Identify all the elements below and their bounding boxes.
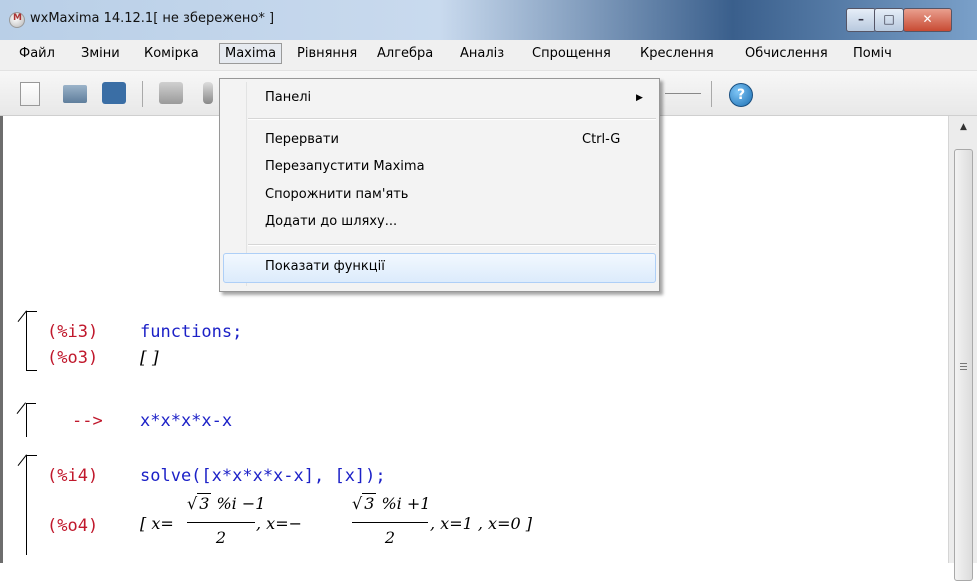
menu-item-interrupt[interactable]: Перервати bbox=[265, 132, 339, 147]
title-bar[interactable]: wxMaxima 14.12.1[ не збережено* ] – □ ✕ bbox=[0, 0, 977, 40]
close-icon: ✕ bbox=[922, 12, 933, 26]
menu-edit[interactable]: Зміни bbox=[81, 46, 120, 61]
toolbar-separator bbox=[711, 81, 712, 107]
menu-item-show-functions[interactable]: Показати функції bbox=[265, 259, 385, 274]
menu-maxima[interactable]: Maxima bbox=[219, 43, 283, 64]
fraction-bar bbox=[187, 522, 255, 523]
output-open: [ x= bbox=[140, 514, 174, 533]
output-label: (%o3) bbox=[47, 348, 99, 368]
menu-calculus[interactable]: Аналіз bbox=[460, 46, 504, 61]
numerator-rest: %i −1 bbox=[211, 494, 266, 513]
radical-sign: √ bbox=[352, 494, 363, 513]
fraction-numerator: √ 3 %i −1 bbox=[187, 493, 265, 513]
radical-sign: √ bbox=[187, 494, 198, 513]
minimize-icon: – bbox=[858, 12, 864, 26]
input-prompt: --> bbox=[72, 411, 103, 431]
save-icon[interactable] bbox=[102, 82, 126, 104]
fraction-2: √ 3 %i +1 2 bbox=[352, 493, 431, 554]
fraction-denominator: 2 bbox=[215, 528, 227, 547]
menu-algebra[interactable]: Алгебра bbox=[377, 46, 433, 61]
close-button[interactable]: ✕ bbox=[903, 8, 952, 32]
menu-item-panels[interactable]: Панелі bbox=[265, 90, 311, 105]
minimize-button[interactable]: – bbox=[846, 8, 876, 32]
fraction-denominator: 2 bbox=[384, 528, 396, 547]
cell-bracket[interactable] bbox=[17, 454, 37, 555]
settings-icon[interactable] bbox=[203, 82, 213, 104]
menu-separator bbox=[248, 118, 656, 120]
input-text[interactable]: solve([x*x*x*x-x], [x]); bbox=[140, 466, 386, 486]
output-tail: , x=1 , x=0 ] bbox=[430, 514, 532, 533]
fraction-1: √ 3 %i −1 2 bbox=[187, 493, 265, 554]
cell-bracket[interactable] bbox=[17, 310, 37, 371]
window-title: wxMaxima 14.12.1[ не збережено* ] bbox=[30, 11, 275, 26]
menu-help[interactable]: Поміч bbox=[853, 46, 892, 61]
open-folder-icon[interactable] bbox=[63, 85, 87, 103]
cell-bracket[interactable] bbox=[16, 402, 36, 437]
cell-bracket-end bbox=[27, 370, 37, 371]
toolbar-slider[interactable] bbox=[665, 93, 701, 94]
cell-bracket-line bbox=[26, 403, 27, 437]
help-icon[interactable]: ? bbox=[729, 83, 753, 107]
new-document-icon[interactable] bbox=[20, 82, 40, 106]
menu-numeric[interactable]: Обчислення bbox=[745, 46, 828, 61]
scroll-up-arrow-icon[interactable]: ▲ bbox=[949, 122, 977, 132]
output-text: [ ] bbox=[140, 348, 159, 368]
input-text[interactable]: functions; bbox=[140, 322, 242, 342]
app-icon bbox=[9, 12, 25, 28]
menu-file[interactable]: Файл bbox=[19, 46, 55, 61]
menu-separator bbox=[248, 244, 656, 246]
sqrt-radicand: 3 bbox=[197, 493, 212, 513]
menu-item-add-path[interactable]: Додати до шляху... bbox=[265, 214, 397, 229]
menu-item-restart[interactable]: Перезапустити Maxima bbox=[265, 159, 425, 174]
maximize-button[interactable]: □ bbox=[874, 8, 904, 32]
output-label: (%o4) bbox=[47, 516, 99, 536]
menu-bar: Файл Зміни Комірка Maxima Рівняння Алгеб… bbox=[0, 40, 977, 71]
input-label: (%i4) bbox=[47, 466, 99, 486]
submenu-arrow-icon: ▶ bbox=[636, 93, 643, 103]
input-label: (%i3) bbox=[47, 322, 99, 342]
menu-shortcut: Ctrl-G bbox=[582, 132, 621, 147]
fraction-numerator: √ 3 %i +1 bbox=[352, 493, 431, 513]
menu-plot[interactable]: Креслення bbox=[640, 46, 714, 61]
maximize-icon: □ bbox=[883, 12, 895, 26]
scroll-grip-icon bbox=[960, 363, 967, 370]
toolbar-separator bbox=[142, 81, 143, 107]
menu-cell[interactable]: Комірка bbox=[144, 46, 199, 61]
sqrt-radicand: 3 bbox=[362, 493, 377, 513]
input-text[interactable]: x*x*x*x-x bbox=[140, 411, 232, 431]
output-middle: , x=− bbox=[256, 514, 303, 533]
menu-simplify[interactable]: Спрощення bbox=[532, 46, 611, 61]
fraction-bar bbox=[352, 522, 428, 523]
menu-item-clear-memory[interactable]: Спорожнити пам'ять bbox=[265, 187, 408, 202]
numerator-rest: %i +1 bbox=[376, 494, 431, 513]
maxima-dropdown-menu: Панелі ▶ Перервати Ctrl-G Перезапустити … bbox=[219, 78, 660, 292]
vertical-scrollbar[interactable]: ▲ bbox=[948, 116, 977, 581]
worksheet-left-edge bbox=[0, 116, 3, 563]
menu-equations[interactable]: Рівняння bbox=[297, 46, 357, 61]
print-icon[interactable] bbox=[159, 82, 183, 104]
